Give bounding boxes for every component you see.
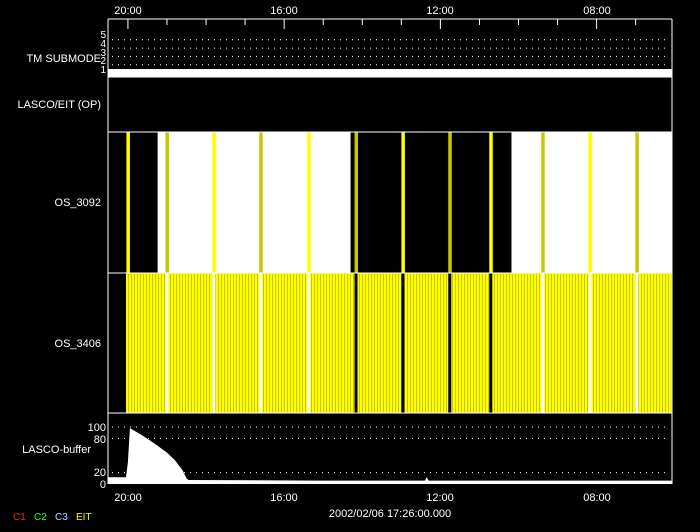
os3092-marker bbox=[212, 132, 216, 273]
top-xtick-label-20: 20:00 bbox=[114, 5, 142, 17]
os3406-gap bbox=[541, 273, 545, 413]
os3092-marker bbox=[165, 132, 169, 273]
top-xtick-label-08: 08:00 bbox=[583, 5, 611, 17]
os3406-gap bbox=[489, 273, 493, 413]
os3092-marker bbox=[588, 132, 592, 273]
os3092-marker bbox=[401, 132, 405, 273]
os3406-gap bbox=[259, 273, 263, 413]
top-xtick-label-16: 16:00 bbox=[270, 5, 298, 17]
buffer-ytick-100: 100 bbox=[88, 422, 106, 434]
panel-label-tm-submode: TM SUBMODE bbox=[26, 53, 101, 65]
panel-label-lasco-eit: LASCO/EIT (OP) bbox=[17, 99, 101, 111]
os3092-marker bbox=[635, 132, 639, 273]
top-xtick-label-12: 12:00 bbox=[426, 5, 454, 17]
os3092-black-span bbox=[108, 132, 158, 273]
legend-c2: C2 bbox=[34, 512, 47, 523]
buffer-ytick-80: 80 bbox=[94, 434, 106, 446]
panel-label-lasco-buffer: LASCO-buffer bbox=[22, 444, 91, 456]
legend-c1: C1 bbox=[13, 512, 26, 523]
panel-label-os-3406: OS_3406 bbox=[55, 338, 101, 350]
lasco-timeline-chart: TM SUBMODE LASCO/EIT (OP) OS_3092 OS_340… bbox=[13, 5, 673, 523]
os3406-gap bbox=[165, 273, 169, 413]
os3092-marker bbox=[489, 132, 493, 273]
panel-label-os-3092: OS_3092 bbox=[55, 197, 101, 209]
bottom-xtick-label-20: 20:00 bbox=[114, 492, 142, 504]
bottom-xtick-label-12: 12:00 bbox=[426, 492, 454, 504]
os3092-marker bbox=[307, 132, 311, 273]
os3406-gap bbox=[212, 273, 216, 413]
os3092-marker bbox=[126, 132, 130, 273]
os3092-marker bbox=[448, 132, 452, 273]
os3092-marker bbox=[541, 132, 545, 273]
os3092-marker bbox=[259, 132, 263, 273]
tm-submode-band bbox=[108, 69, 672, 77]
os3406-gap bbox=[401, 273, 405, 413]
os3092-marker bbox=[354, 132, 359, 273]
os3092-black-span bbox=[350, 132, 512, 273]
buffer-ytick-0: 0 bbox=[100, 479, 106, 491]
tm-ytick-1: 1 bbox=[100, 65, 106, 76]
os3406-gap bbox=[588, 273, 592, 413]
plot-area bbox=[107, 18, 673, 484]
os3406-gap bbox=[307, 273, 311, 413]
os3406-gap bbox=[354, 273, 358, 413]
legend-c3: C3 bbox=[55, 512, 68, 523]
legend-eit: EIT bbox=[76, 512, 92, 523]
buffer-ytick-20: 20 bbox=[94, 467, 106, 479]
buffer-area bbox=[108, 428, 672, 484]
bottom-xtick-label-16: 16:00 bbox=[270, 492, 298, 504]
bottom-xtick-label-08: 08:00 bbox=[583, 492, 611, 504]
os3406-gap bbox=[635, 273, 639, 413]
date-label: 2002/02/06 17:26:00.000 bbox=[329, 508, 451, 520]
os3406-gap bbox=[448, 273, 452, 413]
